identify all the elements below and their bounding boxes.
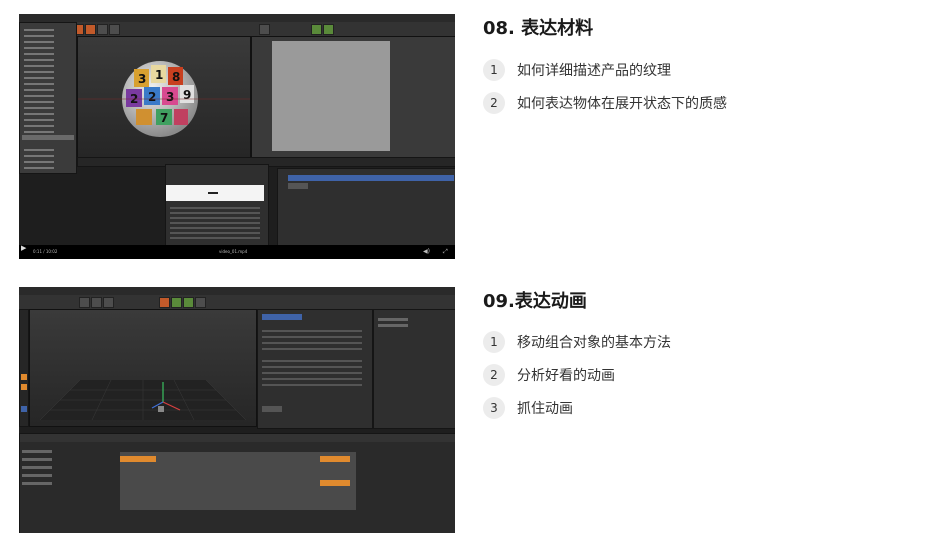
attribute-manager[interactable] xyxy=(257,309,373,429)
item-number-badge: 2 xyxy=(483,364,505,386)
play-icon[interactable]: ▶ xyxy=(21,245,26,252)
toolbar xyxy=(19,22,455,37)
tool-icon[interactable] xyxy=(79,297,90,308)
material-editor[interactable] xyxy=(165,164,269,246)
tool-icon[interactable] xyxy=(21,406,27,412)
3d-viewport[interactable] xyxy=(29,309,257,427)
tool-icon[interactable] xyxy=(259,24,270,35)
ball-number: 3 xyxy=(166,90,174,104)
texture-canvas xyxy=(272,41,390,151)
tool-icon[interactable] xyxy=(97,24,108,35)
item-number-badge: 1 xyxy=(483,331,505,353)
tool-icon[interactable] xyxy=(183,297,194,308)
toolbar xyxy=(19,295,455,310)
item-text: 分析好看的动画 xyxy=(517,368,615,384)
list-item: 3 抓住动画 xyxy=(483,396,671,420)
list-item: 2 分析好看的动画 xyxy=(483,363,671,387)
file-menu-dropdown[interactable] xyxy=(19,22,77,174)
lesson-08-screenshot[interactable]: 3 1 8 2 2 3 9 7 ▶ 0:11 / 10:02 video_01.… xyxy=(19,14,455,259)
lesson-09: 09.表达动画 1 移动组合对象的基本方法 2 分析好看的动画 3 抓住动画 xyxy=(0,270,930,545)
object-manager[interactable] xyxy=(373,309,455,429)
tool-icon[interactable] xyxy=(103,297,114,308)
video-filename: video_01.mp4 xyxy=(219,249,248,254)
fullscreen-icon[interactable]: ⤢ xyxy=(443,248,448,256)
track-labels xyxy=(22,450,52,453)
ball-number: 1 xyxy=(155,68,163,82)
list-item: 1 移动组合对象的基本方法 xyxy=(483,330,671,354)
video-player-bar[interactable]: ▶ 0:11 / 10:02 video_01.mp4 ◀) ⤢ xyxy=(19,245,455,259)
numbered-ball-icon: 3 1 8 2 2 3 9 7 xyxy=(78,61,250,137)
lesson-09-screenshot[interactable] xyxy=(19,287,455,533)
keyframe-track[interactable] xyxy=(320,480,350,486)
tool-icon[interactable] xyxy=(21,384,27,390)
dope-sheet-toolbar xyxy=(20,434,455,442)
menu-items xyxy=(24,29,54,31)
item-text: 移动组合对象的基本方法 xyxy=(517,335,671,351)
list-item: 1 如何详细描述产品的纹理 xyxy=(483,58,727,82)
tool-icon[interactable] xyxy=(91,297,102,308)
tool-icon[interactable] xyxy=(323,24,334,35)
lesson-08-info: 08. 表达材料 1 如何详细描述产品的纹理 2 如何表达物体在展开状态下的质感 xyxy=(483,16,727,115)
item-number-badge: 1 xyxy=(483,59,505,81)
material-params xyxy=(170,207,260,209)
tool-icon[interactable] xyxy=(109,24,120,35)
3d-viewport[interactable]: 3 1 8 2 2 3 9 7 xyxy=(77,36,251,158)
attribute-tab[interactable] xyxy=(262,314,302,320)
tool-icon[interactable] xyxy=(85,24,96,35)
keyframe-track[interactable] xyxy=(120,456,156,462)
texture-view[interactable] xyxy=(251,36,455,160)
ball-number: 9 xyxy=(183,88,191,102)
grid-floor-icon xyxy=(39,379,247,421)
lesson-09-info: 09.表达动画 1 移动组合对象的基本方法 2 分析好看的动画 3 抓住动画 xyxy=(483,289,671,420)
attribute-fields xyxy=(262,330,362,332)
tool-icon[interactable] xyxy=(159,297,170,308)
ball-number: 3 xyxy=(138,72,146,86)
selected-object-row[interactable] xyxy=(288,175,454,181)
ball-number: 8 xyxy=(172,70,180,84)
lesson-topic-list: 1 如何详细描述产品的纹理 2 如何表达物体在展开状态下的质感 xyxy=(483,58,727,115)
video-time: 0:11 / 10:02 xyxy=(33,249,58,254)
left-tool-column[interactable] xyxy=(19,309,29,427)
item-text: 如何详细描述产品的纹理 xyxy=(517,63,671,79)
list-item: 2 如何表达物体在展开状态下的质感 xyxy=(483,91,727,115)
item-number-badge: 2 xyxy=(483,92,505,114)
keyframe-track[interactable] xyxy=(320,456,350,462)
tool-icon[interactable] xyxy=(311,24,322,35)
volume-icon[interactable]: ◀) xyxy=(423,248,430,255)
tool-icon[interactable] xyxy=(195,297,206,308)
item-text: 如何表达物体在展开状态下的质感 xyxy=(517,96,727,112)
lesson-title: 08. 表达材料 xyxy=(483,18,594,39)
object-row[interactable] xyxy=(288,183,308,189)
object-rows xyxy=(378,318,408,321)
dope-sheet[interactable] xyxy=(19,433,455,533)
ball-number: 7 xyxy=(160,111,168,125)
lesson-title: 09.表达动画 xyxy=(483,291,587,312)
tool-icon[interactable] xyxy=(21,374,27,380)
lesson-topic-list: 1 移动组合对象的基本方法 2 分析好看的动画 3 抓住动画 xyxy=(483,330,671,420)
item-number-badge: 3 xyxy=(483,397,505,419)
tool-icon[interactable] xyxy=(171,297,182,308)
material-preview xyxy=(166,185,264,201)
ball-number: 2 xyxy=(148,90,156,104)
lesson-08: 3 1 8 2 2 3 9 7 ▶ 0:11 / 10:02 video_01.… xyxy=(0,0,930,270)
item-text: 抓住动画 xyxy=(517,401,573,417)
attribute-button[interactable] xyxy=(262,406,282,412)
menu-highlight xyxy=(22,135,74,140)
object-manager[interactable] xyxy=(277,168,455,250)
